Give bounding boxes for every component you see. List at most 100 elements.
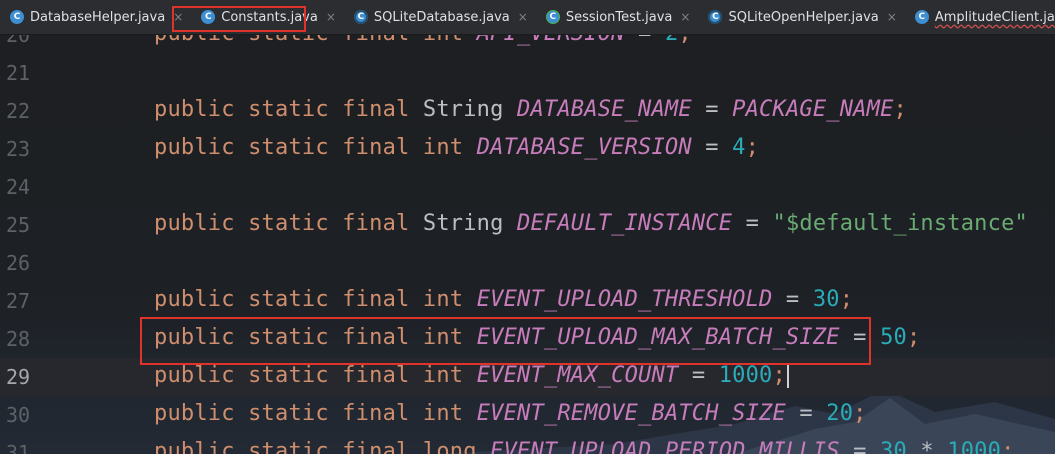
class-icon: C	[201, 10, 216, 24]
code-token: public static final	[154, 439, 423, 454]
abstract-class-icon: C	[708, 10, 723, 24]
close-tab-icon[interactable]: ×	[887, 10, 897, 24]
code-token: EVENT_UPLOAD_MAX_BATCH_SIZE	[476, 325, 840, 350]
line-number: 22	[6, 99, 31, 123]
code-line[interactable]: 27 public static final int EVENT_UPLOAD_T…	[0, 282, 1055, 320]
code-token: =	[678, 363, 719, 388]
code-token: ;	[678, 35, 691, 46]
code-token: =	[691, 135, 733, 160]
tab-label: SessionTest.java	[565, 9, 673, 25]
code-token: ;	[772, 363, 786, 388]
code-line[interactable]: 31 public static final long EVENT_UPLOAD_…	[0, 434, 1055, 454]
code-line[interactable]: 20 public static final int API_VERSION = …	[0, 35, 1055, 54]
code-token: ;	[745, 135, 760, 160]
code-token: int	[422, 363, 477, 388]
line-number: 28	[6, 327, 31, 351]
code-token: public static final	[154, 287, 423, 312]
code-text: public static final int EVENT_UPLOAD_THR…	[154, 287, 853, 312]
test-class-icon: C	[545, 10, 560, 24]
code-token: 2	[665, 35, 678, 46]
code-token: int	[423, 35, 477, 46]
line-number: 27	[6, 289, 31, 313]
code-line[interactable]: 25 public static final String DEFAULT_INS…	[0, 206, 1055, 244]
editor-tab-bar: C DatabaseHelper.java × C Constants.java × C SQ…	[0, 0, 1055, 35]
line-number: 25	[6, 213, 31, 237]
code-token: 30	[812, 287, 840, 312]
code-text: public static final int EVENT_UPLOAD_MAX…	[154, 325, 920, 350]
code-token: public static final	[154, 135, 423, 160]
code-line[interactable]: 26	[0, 244, 1055, 282]
editor-tab[interactable]: C DatabaseHelper.java ×	[0, 0, 191, 34]
code-line[interactable]: 30 public static final int EVENT_REMOVE_B…	[0, 396, 1055, 434]
abstract-class-icon: C	[353, 10, 368, 24]
code-token: String	[422, 97, 518, 122]
code-token: DEFAULT_INSTANCE	[517, 211, 733, 236]
code-token: ;	[853, 401, 867, 426]
close-tab-icon[interactable]: ×	[173, 10, 183, 24]
line-number: 30	[6, 403, 31, 427]
tab-label: AmplitudeClient.java	[934, 9, 1055, 25]
editor-tab[interactable]: CAmplitudeClient.java×	[905, 0, 1055, 34]
tab-label: Constants.java	[221, 9, 318, 25]
code-line[interactable]: 28 public static final int EVENT_UPLOAD_M…	[0, 320, 1055, 358]
code-text: public static final String DATABASE_NAME…	[154, 97, 907, 122]
code-line[interactable]: 29 public static final int EVENT_MAX_COUN…	[0, 358, 1055, 396]
code-token: =	[732, 211, 773, 236]
editor-tab[interactable]: C SQLiteDatabase.java ×	[344, 0, 536, 34]
line-number: 31	[6, 441, 31, 454]
code-token: 1000	[947, 439, 1002, 454]
code-line[interactable]: 22 public static final String DATABASE_NA…	[0, 92, 1055, 130]
code-token: EVENT_UPLOAD_PERIOD_MILLIS	[490, 439, 840, 454]
code-token: DATABASE_NAME	[517, 97, 692, 122]
code-token: public static final	[154, 35, 423, 46]
line-number: 21	[6, 61, 31, 85]
code-token: int	[422, 135, 477, 160]
class-icon: C	[914, 10, 929, 24]
line-number: 26	[6, 251, 31, 275]
editor-tab[interactable]: C Constants.java ×	[191, 0, 344, 34]
code-token: public static final	[154, 401, 423, 426]
code-line[interactable]: 24	[0, 168, 1055, 206]
code-token: String	[422, 211, 518, 236]
line-number: 29	[6, 365, 31, 389]
code-token: public static final	[154, 325, 423, 350]
code-text: public static final int DATABASE_VERSION…	[154, 135, 759, 160]
close-tab-icon[interactable]: ×	[680, 10, 690, 24]
code-token: "$default_instance"	[772, 211, 1028, 236]
code-token: =	[839, 325, 881, 350]
code-token: 4	[732, 135, 746, 160]
code-token: ;	[839, 287, 854, 312]
code-editor[interactable]: 20 public static final int API_VERSION = …	[0, 35, 1055, 454]
code-token: long	[422, 439, 491, 454]
code-token: =	[785, 401, 827, 426]
code-text: public static final long EVENT_UPLOAD_PE…	[154, 439, 1015, 454]
code-token: 50	[880, 325, 907, 350]
code-text: public static final int EVENT_MAX_COUNT …	[154, 363, 789, 388]
code-text: public static final String DEFAULT_INSTA…	[154, 211, 1028, 236]
code-token: =	[625, 35, 665, 46]
editor-tab[interactable]: C SessionTest.java ×	[536, 0, 699, 34]
close-tab-icon[interactable]: ×	[518, 10, 528, 24]
code-token: EVENT_REMOVE_BATCH_SIZE	[476, 401, 786, 426]
code-token: =	[839, 439, 881, 454]
editor-tab[interactable]: C SQLiteOpenHelper.java ×	[698, 0, 904, 34]
code-token: int	[422, 325, 477, 350]
code-line[interactable]: 23 public static final int DATABASE_VERSI…	[0, 130, 1055, 168]
class-icon: C	[10, 10, 24, 24]
line-number: 20	[6, 35, 31, 47]
line-number: 23	[6, 137, 31, 161]
code-token: int	[422, 287, 477, 312]
code-token: public static final	[154, 97, 423, 122]
code-token: int	[422, 401, 477, 426]
code-token: 1000	[718, 363, 773, 388]
code-token: public static final	[154, 211, 423, 236]
code-token: 20	[826, 401, 854, 426]
code-line[interactable]: 21	[0, 54, 1055, 92]
close-tab-icon[interactable]: ×	[326, 10, 336, 24]
code-token: EVENT_UPLOAD_THRESHOLD	[476, 287, 773, 312]
tab-label: DatabaseHelper.java	[30, 9, 166, 25]
tab-label: SQLiteDatabase.java	[373, 9, 510, 25]
code-token: =	[772, 287, 813, 312]
code-token: 30	[880, 439, 907, 454]
code-token: ;	[1001, 439, 1015, 454]
